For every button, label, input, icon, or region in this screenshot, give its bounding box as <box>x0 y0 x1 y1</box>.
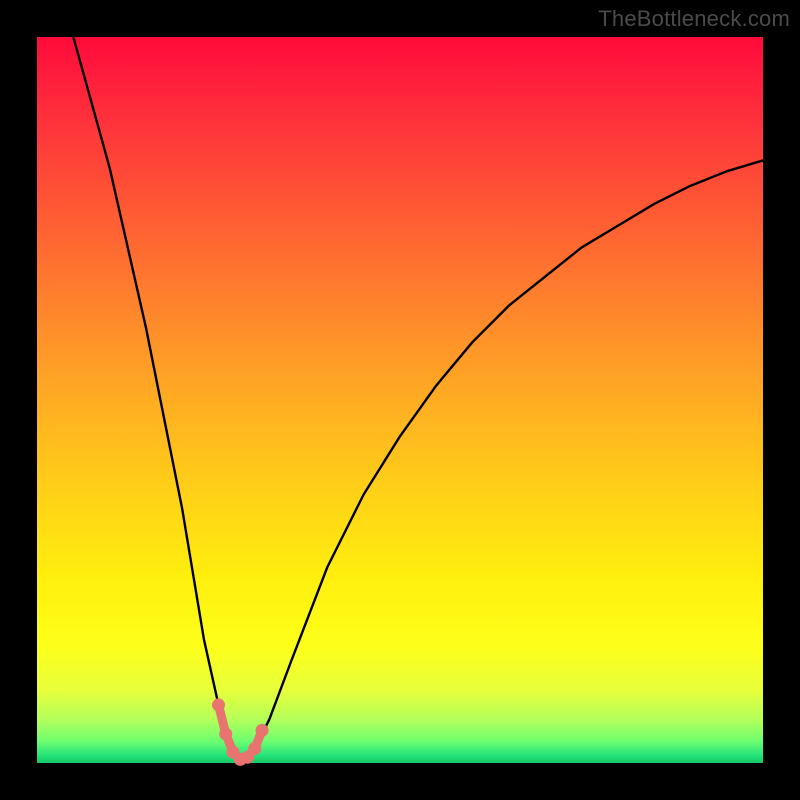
highlight-dot <box>219 727 232 740</box>
chart-frame: TheBottleneck.com <box>0 0 800 800</box>
highlight-dot <box>212 698 225 711</box>
highlight-dot <box>248 742 261 755</box>
highlight-dot <box>256 724 269 737</box>
curve-layer <box>37 37 763 763</box>
highlight-dots <box>212 698 269 765</box>
watermark-text: TheBottleneck.com <box>598 6 790 32</box>
plot-area <box>37 37 763 763</box>
bottleneck-curve <box>73 37 763 759</box>
